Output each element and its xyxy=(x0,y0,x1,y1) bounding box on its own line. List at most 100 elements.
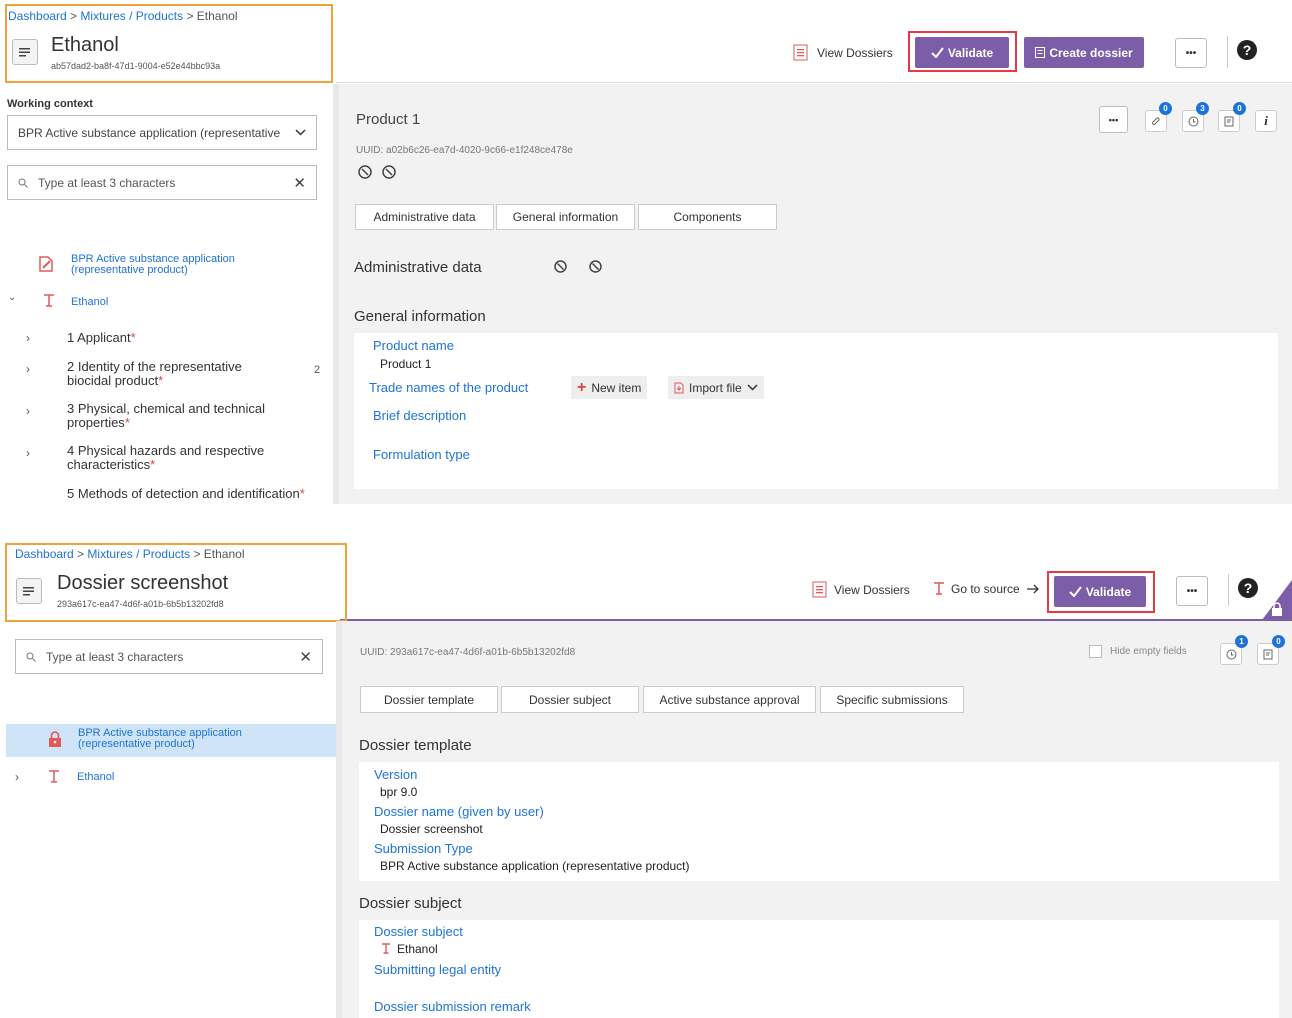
tree-item-label: 1 Applicant xyxy=(67,330,131,345)
search-placeholder: Type at least 3 characters xyxy=(38,175,176,190)
working-context-label: Working context xyxy=(7,98,93,110)
hide-empty-fields-toggle[interactable]: Hide empty fields xyxy=(1089,645,1187,658)
substance-icon xyxy=(934,582,944,595)
more-actions-button[interactable]: ••• xyxy=(1176,576,1208,606)
tab-components[interactable]: Components xyxy=(638,204,777,230)
help-icon[interactable]: ? xyxy=(1237,40,1257,60)
dossier-name-label: Dossier name (given by user) xyxy=(374,804,544,819)
tree-item-methods[interactable]: 5 Methods of detection and identificatio… xyxy=(67,486,305,501)
header-divider xyxy=(336,82,1292,83)
tab-general-information[interactable]: General information xyxy=(496,204,635,230)
validate-button[interactable]: Validate xyxy=(915,37,1009,68)
dossier-icon xyxy=(793,44,808,61)
section-dossier-template: Dossier template xyxy=(359,737,472,754)
validate-button[interactable]: Validate xyxy=(1054,576,1146,607)
uuid-label: UUID: xyxy=(360,647,388,658)
tree-entity-label[interactable]: Ethanol xyxy=(77,771,114,783)
tab-active-substance-approval[interactable]: Active substance approval xyxy=(643,686,816,713)
hide-empty-checkbox[interactable] xyxy=(1089,645,1102,658)
breadcrumb-dashboard[interactable]: Dashboard xyxy=(15,547,74,561)
document-uuid: UUID: a02b6c26-ea7d-4020-9c66-e1f248ce47… xyxy=(356,145,573,156)
expand-icon[interactable]: › xyxy=(26,446,30,460)
tree-root-label: BPR Active substance application (repres… xyxy=(78,727,242,750)
hamburger-icon xyxy=(19,48,30,57)
section-administrative-data: Administrative data xyxy=(354,259,482,276)
search-input[interactable]: Type at least 3 characters ✕ xyxy=(15,639,323,674)
document-uuid: UUID: 293a617c-ea47-4d6f-a01b-6b5b13202f… xyxy=(360,647,575,658)
new-item-button[interactable]: + New item xyxy=(571,376,648,399)
clock-icon xyxy=(1188,116,1198,126)
import-file-button[interactable]: Import file xyxy=(668,376,764,399)
substance-icon xyxy=(48,770,60,789)
section-general-information: General information xyxy=(354,308,486,325)
search-icon xyxy=(26,652,36,662)
view-dossiers-button[interactable]: View Dossiers xyxy=(812,581,910,598)
search-input[interactable]: Type at least 3 characters ✕ xyxy=(7,165,317,200)
tree-item-label: 5 Methods of detection and identificatio… xyxy=(67,486,300,501)
breadcrumb-current: Ethanol xyxy=(196,9,238,23)
tree-entity-label[interactable]: Ethanol xyxy=(71,296,108,308)
tree-item-physical-chemical[interactable]: 3 Physical, chemical and technical prope… xyxy=(67,402,312,430)
document-title: Product 1 xyxy=(356,111,421,128)
chevron-down-icon xyxy=(295,129,306,136)
menu-toggle-button[interactable] xyxy=(16,578,42,604)
tree-collapse-icon[interactable]: ⌄ xyxy=(8,292,16,303)
validate-label: Validate xyxy=(947,45,994,60)
search-placeholder: Type at least 3 characters xyxy=(46,649,184,664)
required-star: * xyxy=(299,486,305,501)
create-dossier-label: Create dossier xyxy=(1049,45,1133,60)
breadcrumb-current: Ethanol xyxy=(203,547,245,561)
tree-item-applicant[interactable]: 1 Applicant* xyxy=(67,330,136,345)
formulation-type-label[interactable]: Formulation type xyxy=(373,447,470,462)
version-value: bpr 9.0 xyxy=(380,785,418,799)
tree-root-label[interactable]: BPR Active substance application (repres… xyxy=(71,254,271,276)
brief-description-label[interactable]: Brief description xyxy=(373,408,466,423)
help-icon[interactable]: ? xyxy=(1238,578,1258,598)
menu-toggle-button[interactable] xyxy=(12,39,38,65)
tab-dossier-template[interactable]: Dossier template xyxy=(360,686,498,713)
expand-icon[interactable]: › xyxy=(26,362,30,376)
expand-icon[interactable]: › xyxy=(26,331,30,345)
import-file-label: Import file xyxy=(689,380,742,395)
clear-search-icon[interactable]: ✕ xyxy=(293,174,306,192)
tree-item-identity[interactable]: 2 Identity of the representative biocida… xyxy=(67,360,282,388)
hide-empty-label: Hide empty fields xyxy=(1110,646,1187,657)
tree-item-label: 2 Identity of the representative biocida… xyxy=(67,359,242,388)
trade-names-label: Trade names of the product xyxy=(369,380,529,395)
view-dossiers-button[interactable]: View Dossiers xyxy=(793,44,893,61)
tab-dossier-subject[interactable]: Dossier subject xyxy=(501,686,639,713)
history-badge: 3 xyxy=(1196,102,1209,115)
breadcrumb-dashboard[interactable]: Dashboard xyxy=(8,9,67,23)
more-actions-button[interactable]: ••• xyxy=(1175,38,1207,68)
create-dossier-button[interactable]: Create dossier xyxy=(1024,37,1144,68)
page-title: Ethanol xyxy=(51,34,119,56)
breadcrumb-mixtures[interactable]: Mixtures / Products xyxy=(80,9,183,23)
info-button[interactable]: i xyxy=(1255,110,1277,132)
annotations-badge: 0 xyxy=(1233,102,1246,115)
uuid-value: 293a617c-ea47-4d6f-a01b-6b5b13202fd8 xyxy=(390,647,576,658)
tab-specific-submissions[interactable]: Specific submissions xyxy=(820,686,964,713)
go-to-source-button[interactable]: Go to source xyxy=(933,582,1040,596)
dossier-subject-value[interactable]: Ethanol xyxy=(381,942,438,956)
flag-icon xyxy=(382,165,396,179)
expand-icon[interactable]: › xyxy=(15,770,19,784)
expand-icon[interactable]: › xyxy=(26,404,30,418)
page-uuid: 293a617c-ea47-4d6f-a01b-6b5b13202fd8 xyxy=(57,599,224,609)
attachment-badge: 0 xyxy=(1159,102,1172,115)
required-star: * xyxy=(158,373,164,388)
general-info-fields xyxy=(354,333,1278,489)
history-badge: 1 xyxy=(1235,635,1248,648)
working-context-value: BPR Active substance application (repres… xyxy=(18,125,281,140)
tab-administrative-data[interactable]: Administrative data xyxy=(355,204,494,230)
tree-item-physical-hazards[interactable]: 4 Physical hazards and respective charac… xyxy=(67,444,312,472)
tree-item-count: 2 xyxy=(314,364,321,376)
clear-search-icon[interactable]: ✕ xyxy=(299,648,312,666)
validate-icon xyxy=(1069,586,1082,597)
document-more-button[interactable]: ••• xyxy=(1099,106,1128,133)
dossier-subject-label: Dossier subject xyxy=(374,924,463,939)
product-name-value[interactable]: Product 1 xyxy=(380,357,431,371)
required-star: * xyxy=(124,415,130,430)
dossier-name-value: Dossier screenshot xyxy=(380,822,483,836)
working-context-select[interactable]: BPR Active substance application (repres… xyxy=(7,115,317,150)
breadcrumb-mixtures[interactable]: Mixtures / Products xyxy=(87,547,190,561)
